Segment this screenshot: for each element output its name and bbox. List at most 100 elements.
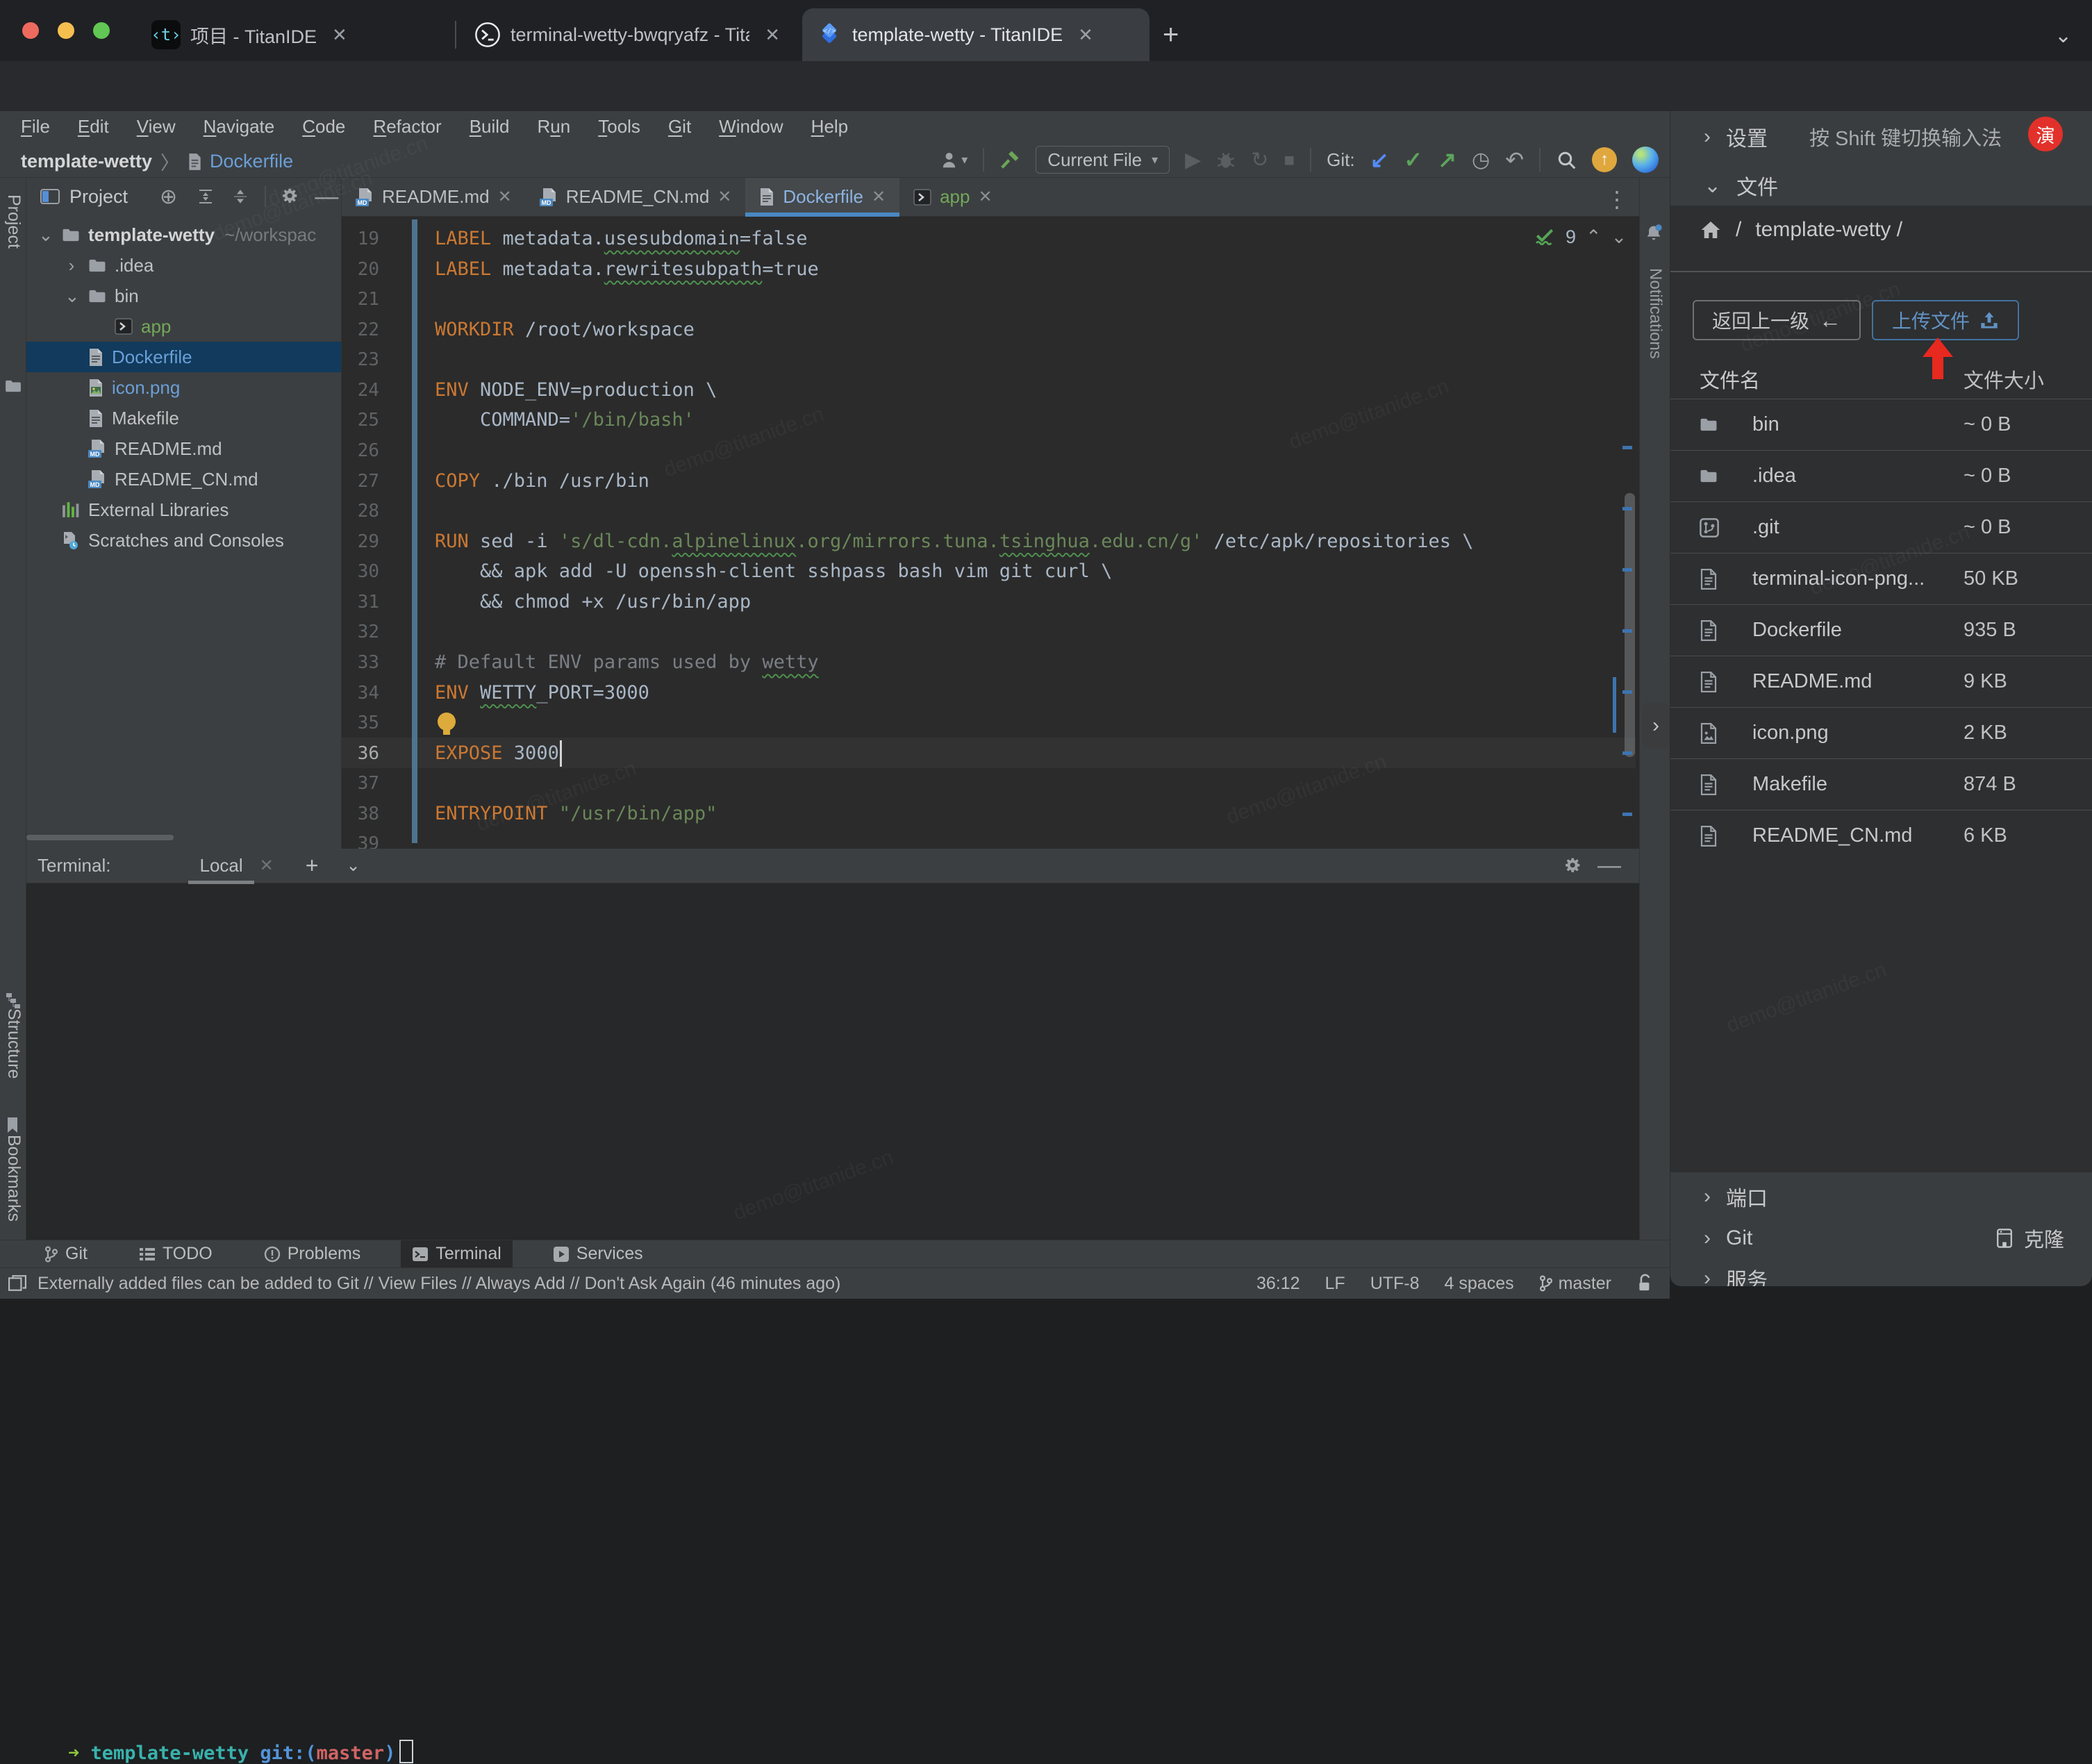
- locate-file-icon[interactable]: ⊕: [160, 185, 177, 209]
- run-config-select[interactable]: Current File ▾: [1036, 146, 1170, 174]
- next-problem-icon[interactable]: ⌄: [1611, 226, 1627, 248]
- debug-bug-icon[interactable]: [1216, 150, 1236, 169]
- close-window-button[interactable]: [22, 22, 39, 39]
- code-line-32[interactable]: 32: [342, 617, 1639, 647]
- editor-tab-close-icon[interactable]: ✕: [978, 187, 992, 207]
- bookmark-icon[interactable]: [5, 1117, 20, 1133]
- services-section-row[interactable]: › 服务: [1670, 1258, 2092, 1286]
- tool-strip-bookmarks[interactable]: Bookmarks: [3, 1135, 24, 1222]
- code-line-29[interactable]: 29 RUN sed -i 's/dl-cdn.alpinelinux.org/m…: [342, 526, 1639, 557]
- git-section-row[interactable]: › Git 克隆: [1670, 1218, 2092, 1258]
- project-panel-title[interactable]: Project: [69, 186, 128, 208]
- git-branch-widget[interactable]: master: [1539, 1274, 1611, 1294]
- file-row--idea[interactable]: .idea ~ 0 B: [1670, 450, 2092, 501]
- editor-tab-close-icon[interactable]: ✕: [717, 187, 731, 207]
- tree-item-readme-cn-md[interactable]: MD README_CN.md: [26, 464, 341, 494]
- file-row-dockerfile[interactable]: Dockerfile 935 B: [1670, 604, 2092, 656]
- file-row--git[interactable]: .git ~ 0 B: [1670, 501, 2092, 553]
- code-line-33[interactable]: 33 # Default ENV params used by wetty: [342, 647, 1639, 678]
- git-commit-check-icon[interactable]: ✓: [1404, 147, 1422, 173]
- menu-run[interactable]: Run: [538, 116, 571, 138]
- terminal-tab-close-icon[interactable]: ✕: [260, 856, 274, 876]
- tree-item-template-wetty[interactable]: ⌄ template-wetty ~/workspac: [26, 219, 341, 250]
- tool-window-git[interactable]: Git: [33, 1240, 99, 1268]
- tool-strip-project[interactable]: Project: [3, 194, 24, 249]
- code-line-22[interactable]: 22 WORKDIR /root/workspace: [342, 315, 1639, 345]
- code-line-36[interactable]: 36 EXPOSE 3000: [342, 738, 1639, 769]
- bell-icon[interactable]: [1644, 224, 1663, 243]
- editor-tab-app[interactable]: app ✕: [899, 178, 1006, 216]
- search-everywhere-icon[interactable]: [1556, 149, 1577, 170]
- tree-item-readme-md[interactable]: MD README.md: [26, 433, 341, 464]
- tree-item-app[interactable]: app: [26, 311, 341, 342]
- code-line-20[interactable]: 20 LABEL metadata.rewritesubpath=true: [342, 254, 1639, 285]
- lock-open-icon[interactable]: [1636, 1274, 1653, 1293]
- code-line-23[interactable]: 23: [342, 344, 1639, 375]
- indent-setting[interactable]: 4 spaces: [1445, 1274, 1514, 1294]
- tree-item-bin[interactable]: ⌄ bin: [26, 281, 341, 311]
- file-row-readme-md[interactable]: README.md 9 KB: [1670, 656, 2092, 707]
- upload-file-button[interactable]: 上传文件: [1872, 300, 2019, 340]
- rerun-coverage-icon[interactable]: ↻: [1251, 148, 1268, 172]
- file-row-bin[interactable]: bin ~ 0 B: [1670, 399, 2092, 450]
- expand-all-icon[interactable]: [197, 188, 215, 205]
- encoding[interactable]: UTF-8: [1370, 1274, 1420, 1294]
- history-clock-icon[interactable]: ◷: [1472, 148, 1490, 172]
- settings-gear-icon[interactable]: [280, 188, 298, 206]
- editor-scrollbar-thumb[interactable]: [1625, 493, 1635, 757]
- git-push-icon[interactable]: ↗: [1438, 147, 1456, 173]
- menu-edit[interactable]: Edit: [78, 116, 109, 138]
- code-line-27[interactable]: 27 COPY ./bin /usr/bin: [342, 466, 1639, 497]
- tree-item-icon-png[interactable]: icon.png: [26, 372, 341, 403]
- git-update-icon[interactable]: ↙: [1370, 147, 1389, 173]
- menu-view[interactable]: View: [137, 116, 176, 138]
- new-tab-button[interactable]: +: [1163, 19, 1179, 51]
- files-section-row[interactable]: ⌄ 文件: [1670, 168, 2092, 203]
- code-line-26[interactable]: 26: [342, 435, 1639, 466]
- update-available-icon[interactable]: ↑: [1592, 147, 1617, 172]
- menu-code[interactable]: Code: [302, 116, 345, 138]
- tree-item-makefile[interactable]: Makefile: [26, 403, 341, 433]
- menu-git[interactable]: Git: [668, 116, 691, 138]
- file-breadcrumb[interactable]: / template-wetty /: [1700, 218, 1902, 242]
- tool-strip-structure[interactable]: Structure: [3, 1008, 24, 1079]
- menu-file[interactable]: File: [21, 116, 50, 138]
- tree-chevron-icon[interactable]: ⌄: [38, 224, 53, 246]
- project-hscrollbar[interactable]: [26, 835, 174, 840]
- editor-tab-readme-cn-md[interactable]: MD README_CN.md ✕: [526, 178, 746, 216]
- breadcrumb-project[interactable]: template-wetty: [21, 151, 152, 172]
- code-line-28[interactable]: 28: [342, 496, 1639, 526]
- terminal-settings-gear-icon[interactable]: [1563, 857, 1581, 875]
- browser-tab[interactable]: ‹t› 项目 - TitanIDE ✕: [139, 8, 455, 61]
- status-layout-icon[interactable]: [8, 1275, 26, 1292]
- settings-section-label[interactable]: 设置: [1726, 122, 1768, 152]
- tree-chevron-icon[interactable]: ⌄: [65, 285, 80, 307]
- tab-close-icon[interactable]: ✕: [332, 24, 347, 46]
- run-icon[interactable]: ▶: [1185, 148, 1201, 172]
- clone-button[interactable]: 克隆: [1995, 1224, 2064, 1253]
- terminal-panel[interactable]: Terminal: Local ✕ + ⌄ — ➜ template-wetty…: [26, 849, 1639, 1764]
- tool-window-todo[interactable]: TODO: [128, 1240, 224, 1268]
- maximize-window-button[interactable]: [93, 22, 110, 39]
- editor-tab-readme-md[interactable]: MD README.md ✕: [342, 178, 526, 216]
- caret-position[interactable]: 36:12: [1256, 1274, 1300, 1294]
- terminal-dropdown-icon[interactable]: ⌄: [346, 856, 360, 876]
- build-hammer-icon[interactable]: [999, 149, 1020, 170]
- new-terminal-icon[interactable]: +: [306, 853, 319, 879]
- tool-window-problems[interactable]: Problems: [253, 1240, 372, 1268]
- expand-panel-chevron[interactable]: ›: [1642, 703, 1670, 749]
- minimize-window-button[interactable]: [58, 22, 74, 39]
- editor-tabs-kebab-icon[interactable]: ⋮: [1606, 186, 1628, 213]
- tab-search-chevron-icon[interactable]: ⌄: [2054, 24, 2072, 48]
- ports-section-row[interactable]: › 端口: [1670, 1176, 2092, 1217]
- tool-window-terminal[interactable]: Terminal: [401, 1240, 513, 1268]
- code-line-35[interactable]: 35: [342, 708, 1639, 738]
- breadcrumb-file[interactable]: Dockerfile: [210, 151, 293, 172]
- prev-problem-icon[interactable]: ⌃: [1586, 226, 1602, 248]
- code-line-21[interactable]: 21: [342, 284, 1639, 315]
- code-line-30[interactable]: 30 && apk add -U openssh-client sshpass …: [342, 556, 1639, 587]
- go-up-button[interactable]: 返回上一级 ←: [1693, 300, 1861, 340]
- inspections-widget[interactable]: 9 ⌃ ⌄: [1534, 226, 1627, 248]
- menu-build[interactable]: Build: [470, 116, 510, 138]
- structure-icon[interactable]: [5, 992, 22, 1008]
